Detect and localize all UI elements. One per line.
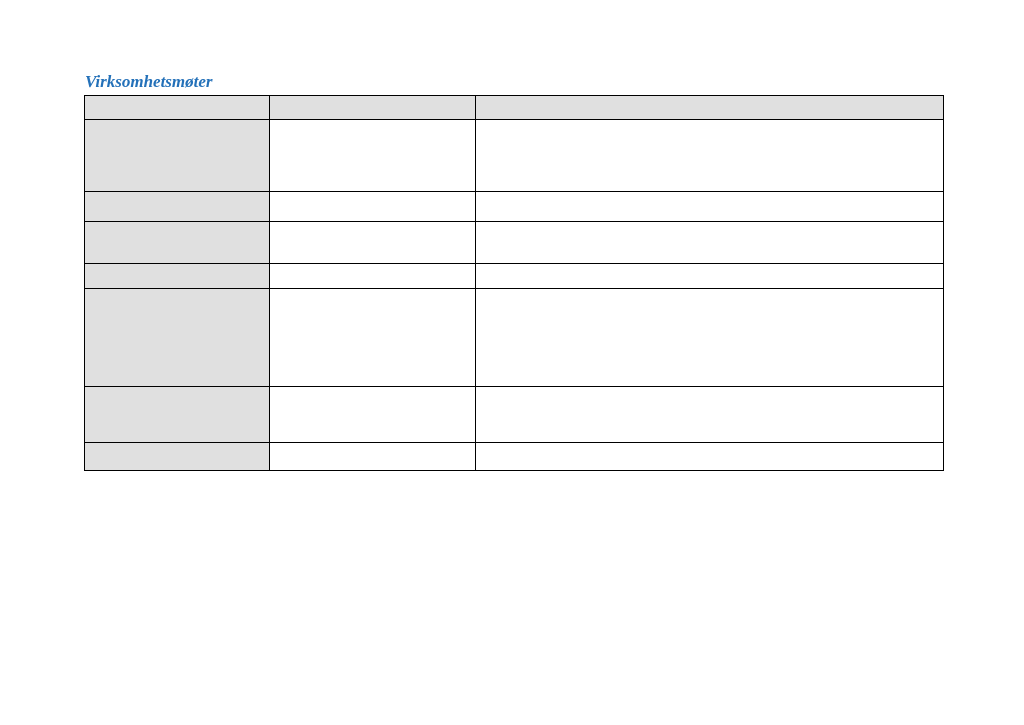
table-row (85, 120, 944, 192)
table-cell (269, 289, 475, 387)
table-cell (475, 443, 943, 471)
table-row (85, 222, 944, 264)
table-cell (85, 222, 270, 264)
table-row (85, 192, 944, 222)
table-row (85, 387, 944, 443)
table-row (85, 289, 944, 387)
table-cell (85, 443, 270, 471)
table-header-cell (475, 96, 943, 120)
table-cell (269, 120, 475, 192)
table-cell (475, 387, 943, 443)
table-cell (269, 264, 475, 289)
table-cell (269, 443, 475, 471)
table-cell (85, 387, 270, 443)
table-cell (85, 264, 270, 289)
table-cell (85, 289, 270, 387)
table-cell (475, 264, 943, 289)
table-cell (269, 222, 475, 264)
table-cell (85, 192, 270, 222)
table-cell (85, 120, 270, 192)
table-row (85, 264, 944, 289)
meetings-table (84, 95, 944, 471)
table-cell (475, 289, 943, 387)
table-header-row (85, 96, 944, 120)
section-title: Virksomhetsmøter (85, 72, 944, 92)
table-cell (475, 192, 943, 222)
table-cell (475, 222, 943, 264)
table-header-cell (85, 96, 270, 120)
table-cell (269, 387, 475, 443)
table-header-cell (269, 96, 475, 120)
table-cell (269, 192, 475, 222)
table-row (85, 443, 944, 471)
table-cell (475, 120, 943, 192)
